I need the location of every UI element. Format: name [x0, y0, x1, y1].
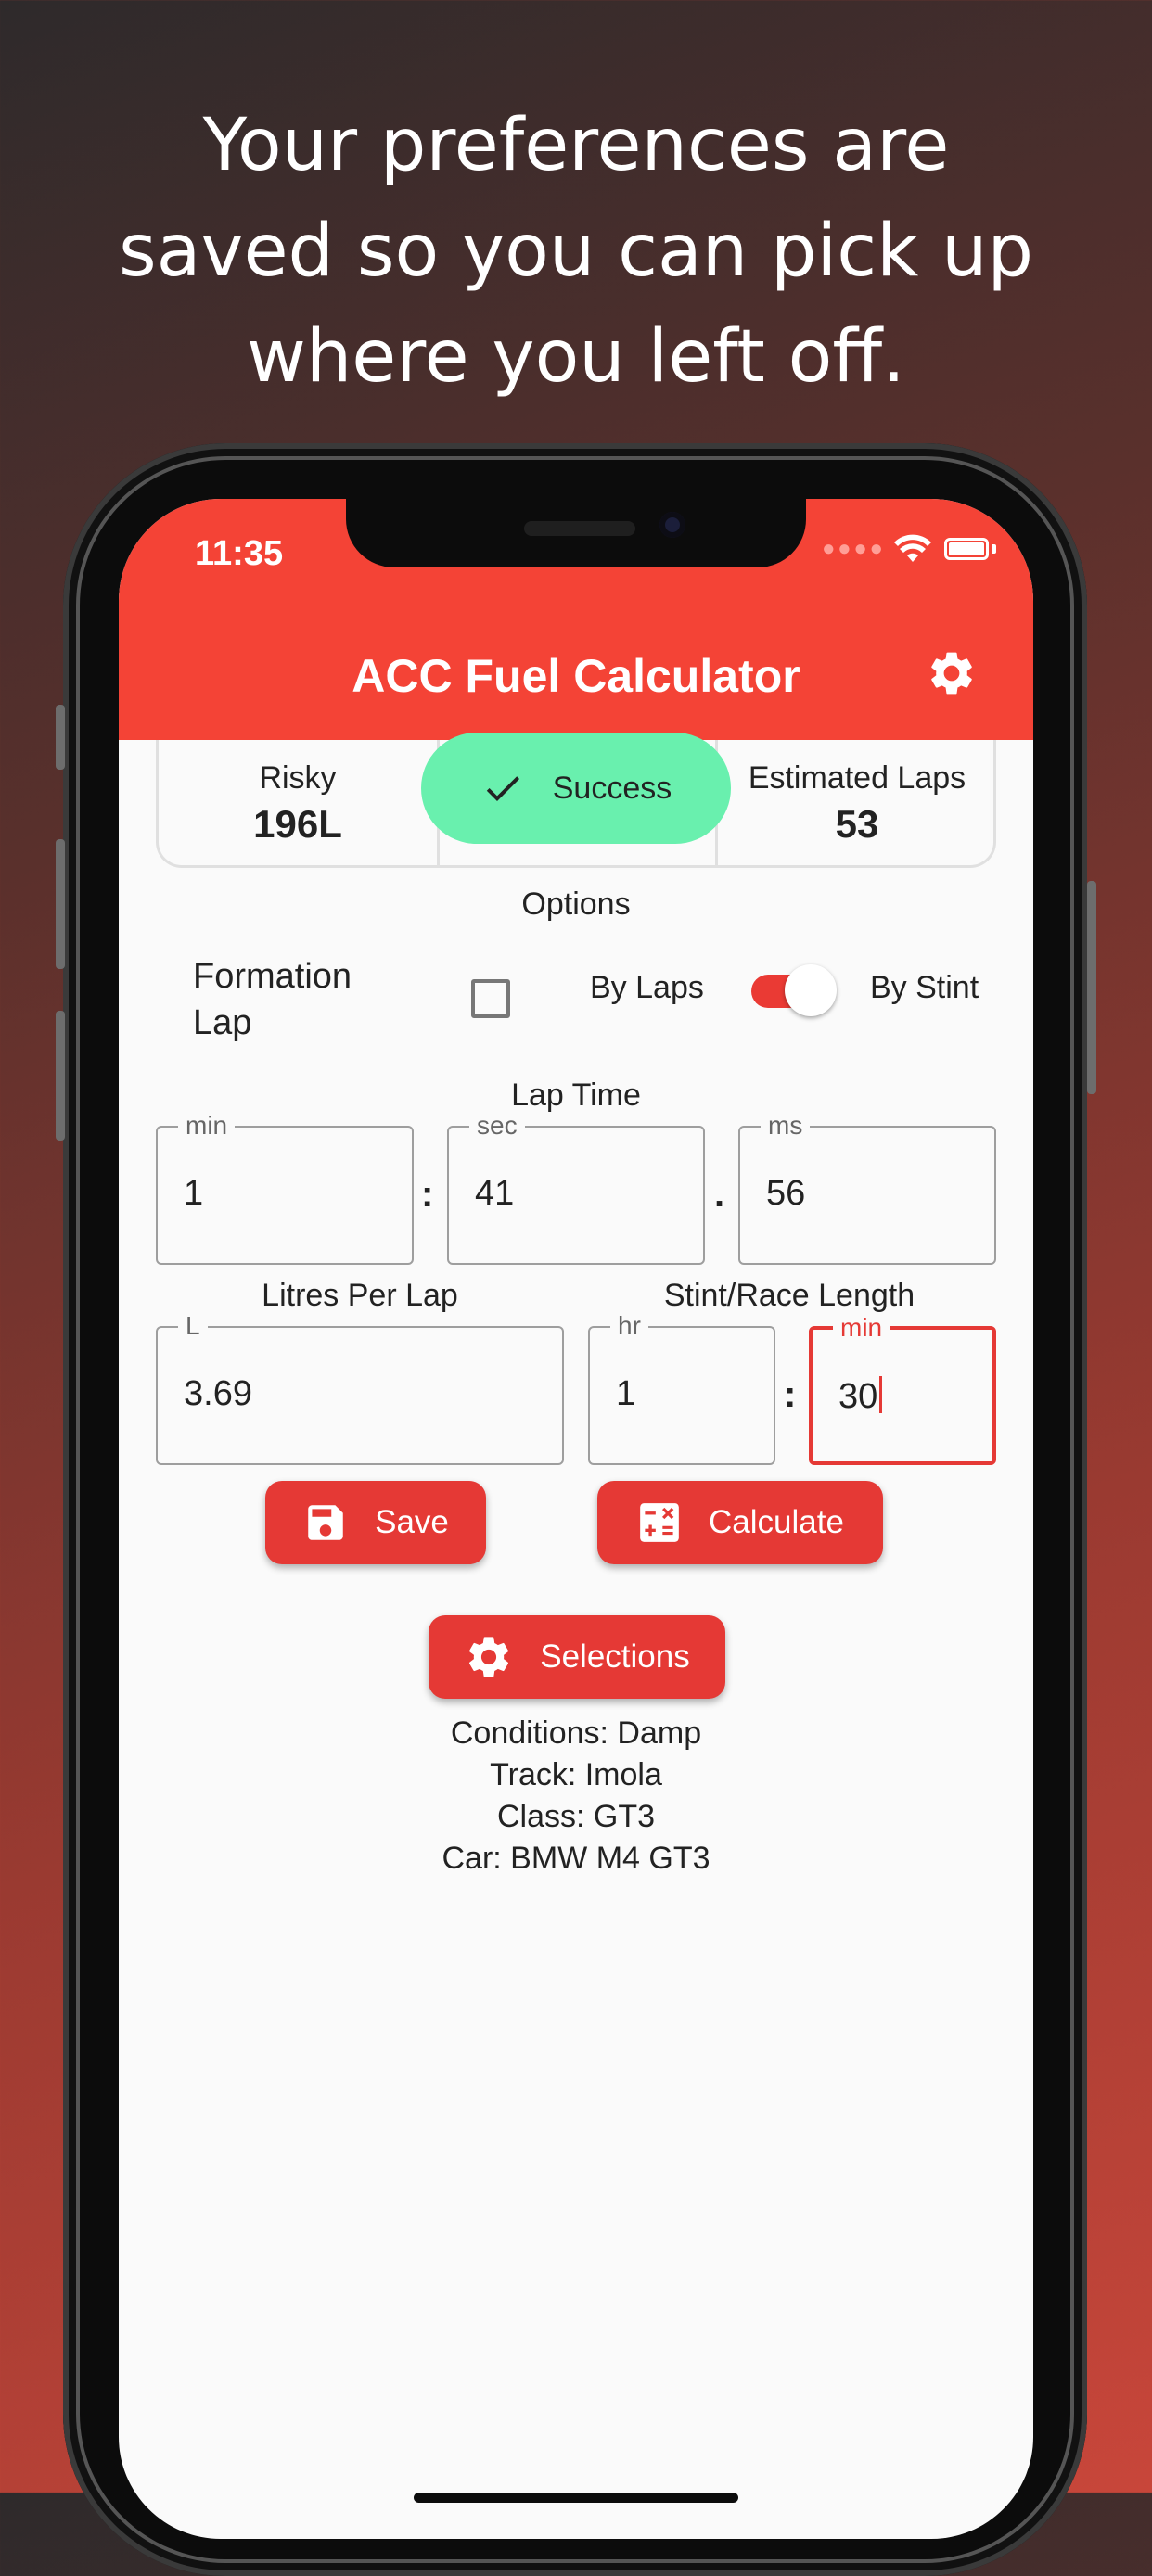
gear-icon[interactable] [926, 647, 978, 699]
risky-value: 196L [253, 802, 342, 846]
gear-icon [469, 1637, 509, 1677]
lap-min-field[interactable]: min 1 [156, 1111, 414, 1265]
calculator-icon [640, 1503, 679, 1542]
status-icons: ● ● ● ● [822, 534, 996, 564]
lap-ms-label: ms [761, 1111, 811, 1141]
text-cursor [879, 1376, 883, 1413]
phone-volume-down [56, 1011, 65, 1141]
lap-sec-value: 41 [475, 1174, 515, 1213]
front-camera [659, 512, 685, 538]
app-title: ACC Fuel Calculator [352, 650, 800, 702]
lap-time-colon: : [421, 1174, 434, 1215]
lap-time-title: Lap Time [511, 1078, 641, 1113]
promo-headline: Your preferences are saved so you can pi… [0, 93, 1152, 410]
signal-icon: ● ● ● ● [822, 536, 883, 561]
phone-screen: 11:35 ● ● ● ● ACC Fuel Calculator Risky … [119, 499, 1033, 2539]
lap-ms-value: 56 [766, 1174, 806, 1213]
risky-result: Risky 196L [159, 740, 437, 865]
headline-line-2: saved so you can pick up [118, 210, 1034, 293]
phone-notch [346, 499, 806, 567]
selections-button[interactable]: Selections [429, 1615, 725, 1699]
risky-label: Risky [259, 760, 337, 796]
by-stint-label: By Stint [870, 970, 979, 1005]
car-info: Car: BMW M4 GT3 [442, 1841, 710, 1876]
stint-colon: : [784, 1374, 797, 1415]
track-info: Track: Imola [490, 1757, 662, 1792]
estimated-laps-value: 53 [835, 802, 879, 846]
wifi-icon [894, 534, 931, 562]
success-toast: Success [421, 733, 731, 844]
save-button[interactable]: Save [265, 1481, 486, 1564]
stint-min-text: 30 [838, 1377, 878, 1416]
phone-volume-up [56, 839, 65, 969]
battery-tip [992, 544, 996, 554]
formation-lap-label-line1: Formation [193, 957, 352, 996]
calculate-button[interactable]: Calculate [597, 1481, 883, 1564]
battery-icon [944, 538, 989, 560]
stint-hr-label: hr [610, 1311, 648, 1341]
formation-lap-label-line2: Lap [193, 1003, 252, 1042]
estimated-laps-label: Estimated Laps [748, 760, 966, 796]
lap-sec-field[interactable]: sec 41 [447, 1111, 705, 1265]
lap-ms-field[interactable]: ms 56 [738, 1111, 996, 1265]
lap-sec-label: sec [469, 1111, 525, 1141]
calculate-button-label: Calculate [709, 1504, 844, 1540]
headline-line-1: Your preferences are [202, 104, 950, 187]
home-indicator[interactable] [414, 2493, 738, 2503]
lap-time-dot: . [714, 1174, 725, 1215]
check-icon [486, 776, 519, 801]
litres-per-lap-title: Litres Per Lap [262, 1278, 458, 1313]
phone-mute-switch [56, 705, 65, 770]
lap-min-value: 1 [184, 1174, 204, 1213]
options-title: Options [521, 886, 631, 922]
phone-power-button [1087, 881, 1096, 1094]
selections-button-label: Selections [540, 1639, 690, 1675]
mode-toggle-thumb[interactable] [785, 964, 837, 1016]
stint-length-title: Stint/Race Length [663, 1278, 915, 1313]
speaker-grille [524, 521, 635, 536]
formation-lap-checkbox[interactable] [471, 979, 510, 1018]
conditions-info: Conditions: Damp [450, 1715, 702, 1751]
estimated-laps-result: Estimated Laps 53 [718, 740, 996, 865]
litres-field[interactable]: L 3.69 [156, 1311, 564, 1465]
stint-min-field[interactable]: min 30 [809, 1313, 996, 1465]
status-time: 11:35 [195, 534, 284, 573]
formation-lap-label: Formation Lap [193, 953, 352, 1046]
stint-hr-field[interactable]: hr 1 [588, 1311, 775, 1465]
save-icon [308, 1505, 343, 1540]
by-laps-label: By Laps [590, 970, 704, 1005]
litres-value: 3.69 [184, 1374, 252, 1413]
stint-hr-value: 1 [616, 1374, 636, 1413]
headline-line-3: where you left off. [247, 315, 905, 399]
save-button-label: Save [375, 1504, 449, 1540]
lap-min-label: min [178, 1111, 236, 1141]
app-bar: 11:35 ● ● ● ● ACC Fuel Calculator [119, 499, 1033, 740]
stint-min-value: 30 [838, 1376, 883, 1417]
toast-text: Success [552, 770, 672, 806]
stint-min-label: min [833, 1313, 890, 1343]
litres-label: L [178, 1311, 208, 1341]
class-info: Class: GT3 [496, 1799, 656, 1834]
